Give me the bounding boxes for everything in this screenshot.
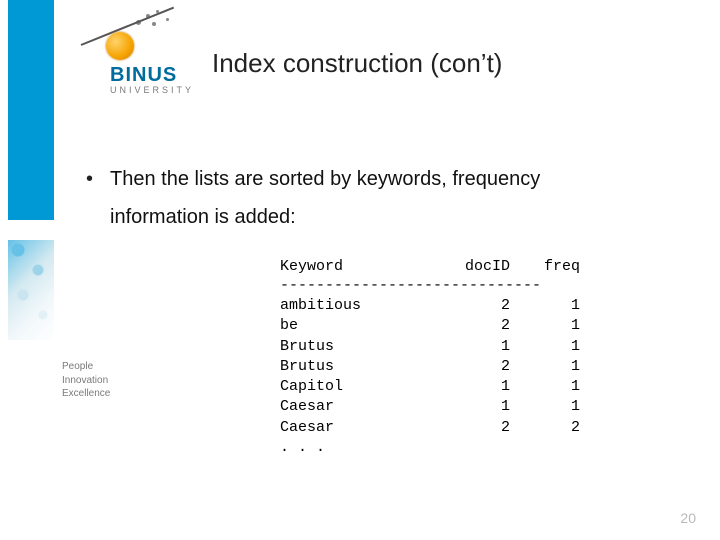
cell-keyword: be	[280, 316, 430, 336]
side-accent-bar	[8, 0, 54, 220]
bullet-item: Then the lists are sorted by keywords, f…	[110, 160, 680, 236]
table-row: Caesar 1 1	[280, 397, 580, 417]
tagline-line-3: Excellence	[62, 387, 110, 401]
logo-brand: BINUS	[110, 64, 194, 87]
table-header-row: Keyword docID freq	[280, 258, 580, 275]
table-row: ambitious 2 1	[280, 296, 580, 316]
logo-text: BINUS UNIVERSITY	[110, 64, 194, 95]
cell-docid: 2	[430, 296, 510, 316]
ellipsis: . . .	[280, 438, 430, 458]
cell-docid: 2	[430, 316, 510, 336]
table-row: Caesar 2 2	[280, 418, 580, 438]
slide: People Innovation Excellence BINUS UNIVE…	[0, 0, 720, 540]
col-header-freq: freq	[510, 258, 580, 275]
page-number: 20	[680, 510, 696, 526]
logo-sun-icon	[106, 32, 134, 60]
cell-docid: 2	[430, 418, 510, 438]
cell-docid: 1	[430, 337, 510, 357]
cell-freq: 1	[510, 397, 580, 417]
postings-table: Keyword docID freq ---------------------…	[280, 258, 580, 458]
cell-keyword: Caesar	[280, 418, 430, 438]
tagline-line-1: People	[62, 360, 110, 374]
cell-keyword: Capitol	[280, 377, 430, 397]
side-decor-pattern	[8, 240, 54, 340]
bullet-line-2: information is added:	[110, 206, 296, 228]
cell-freq: 1	[510, 316, 580, 336]
table-row: Brutus 2 1	[280, 357, 580, 377]
table-separator: -----------------------------	[280, 277, 580, 294]
cell-keyword: ambitious	[280, 296, 430, 316]
tagline-block: People Innovation Excellence	[62, 360, 110, 401]
cell-freq: 1	[510, 296, 580, 316]
cell-freq: 1	[510, 377, 580, 397]
table-ellipsis: . . .	[280, 438, 580, 458]
col-header-docid: docID	[430, 258, 510, 275]
bullet-line-1: Then the lists are sorted by keywords, f…	[110, 168, 540, 190]
logo-sub: UNIVERSITY	[110, 85, 194, 95]
cell-keyword: Caesar	[280, 397, 430, 417]
col-header-keyword: Keyword	[280, 258, 430, 275]
cell-keyword: Brutus	[280, 357, 430, 377]
tagline-line-2: Innovation	[62, 374, 110, 388]
cell-freq: 2	[510, 418, 580, 438]
cell-docid: 2	[430, 357, 510, 377]
body-text: Then the lists are sorted by keywords, f…	[82, 160, 680, 236]
binus-logo: BINUS UNIVERSITY	[74, 8, 234, 98]
table-row: be 2 1	[280, 316, 580, 336]
cell-docid: 1	[430, 397, 510, 417]
cell-freq: 1	[510, 337, 580, 357]
cell-freq: 1	[510, 357, 580, 377]
slide-title: Index construction (con’t)	[212, 48, 502, 79]
table-row: Brutus 1 1	[280, 337, 580, 357]
table-row: Capitol 1 1	[280, 377, 580, 397]
cell-docid: 1	[430, 377, 510, 397]
cell-keyword: Brutus	[280, 337, 430, 357]
